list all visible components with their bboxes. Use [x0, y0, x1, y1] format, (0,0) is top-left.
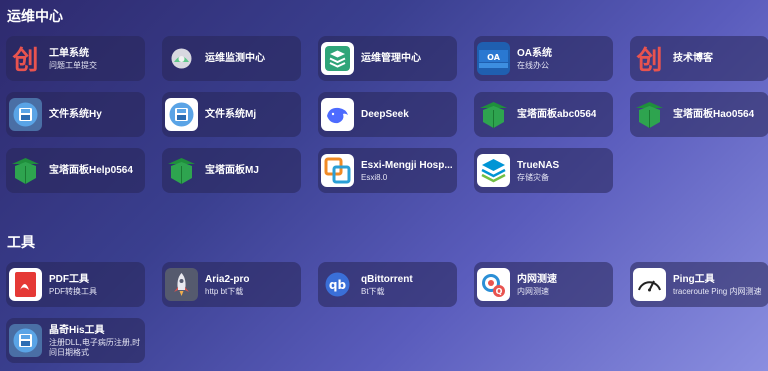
card-file-system-mj[interactable]: 文件系统Mj: [162, 92, 301, 137]
card-deepseek[interactable]: DeepSeek: [318, 92, 457, 137]
pagoda-icon: [633, 98, 666, 131]
card-name: 文件系统Mj: [205, 109, 257, 120]
tools-card-grid: PDF工具 PDF转换工具 Aria2-pro http bt下载 qb qBi…: [6, 262, 768, 363]
card-name: 运维监测中心: [205, 53, 265, 64]
card-name: 晶奇His工具: [49, 324, 105, 336]
card-esxi-mengji[interactable]: Esxi-Mengji Hosp... Esxi8.0: [318, 148, 457, 193]
card-name: 技术博客: [673, 53, 713, 64]
card-name: OA系统: [517, 47, 552, 59]
card-aria2-pro[interactable]: Aria2-pro http bt下载: [162, 262, 301, 307]
vmware-icon: [321, 154, 354, 187]
card-desc: Bt下载: [361, 286, 385, 296]
card-bt-panel-mj[interactable]: 宝塔面板MJ: [162, 148, 301, 193]
card-ping-tool[interactable]: Ping工具 traceroute Ping 内网测速: [630, 262, 768, 307]
card-ops-management[interactable]: 运维管理中心: [318, 36, 457, 81]
card-desc: http bt下载: [205, 286, 244, 296]
gauge-icon: [633, 268, 666, 301]
card-file-system-hy[interactable]: 文件系统Hy: [6, 92, 145, 137]
chuang-logo-icon: 创: [633, 42, 666, 75]
card-truenas[interactable]: TrueNAS 存储灾备: [474, 148, 613, 193]
svg-text:Q: Q: [496, 287, 503, 296]
svg-text:OA: OA: [487, 53, 501, 62]
pagoda-icon: [165, 154, 198, 187]
oa-logo-icon: OA: [477, 42, 510, 75]
card-desc: 内网测速: [517, 286, 549, 296]
card-name: 工单系统: [49, 47, 89, 59]
card-name: Ping工具: [673, 273, 715, 285]
ops-card-grid: 创 工单系统 问题工单提交 运维监测中心 运维管理中心 OA OA系统 在线办公: [6, 36, 768, 193]
card-name: 运维管理中心: [361, 53, 421, 64]
card-name: 宝塔面板Hao0564: [673, 109, 755, 120]
card-desc: 存储灾备: [517, 172, 549, 182]
card-bt-panel-hao0564[interactable]: 宝塔面板Hao0564: [630, 92, 768, 137]
stack-layers-icon: [321, 42, 354, 75]
card-qbittorrent[interactable]: qb qBittorrent Bt下载: [318, 262, 457, 307]
whale-icon: [321, 98, 354, 131]
card-oa-system[interactable]: OA OA系统 在线办公: [474, 36, 613, 81]
card-ops-monitor[interactable]: 运维监测中心: [162, 36, 301, 81]
card-desc: traceroute Ping 内网测速: [673, 286, 762, 296]
card-bt-panel-help0564[interactable]: 宝塔面板Help0564: [6, 148, 145, 193]
card-desc: PDF转换工具: [49, 286, 97, 296]
speedtest-icon: Q: [477, 268, 510, 301]
section-title-ops: 运维中心: [7, 8, 63, 24]
card-desc: 注册DLL,电子病历注册,时间日期格式: [49, 337, 141, 357]
card-name: PDF工具: [49, 273, 89, 285]
chuang-logo-icon: 创: [9, 42, 42, 75]
floppy-disk-icon: [165, 98, 198, 131]
section-title-tools: 工具: [7, 234, 35, 250]
floppy-disk-icon: [9, 324, 42, 357]
card-desc: 在线办公: [517, 60, 549, 70]
card-lan-speedtest[interactable]: Q 内网测速 内网测速: [474, 262, 613, 307]
card-name: 宝塔面板abc0564: [517, 109, 597, 120]
card-tech-blog[interactable]: 创 技术博客: [630, 36, 768, 81]
svg-text:qb: qb: [329, 278, 347, 292]
card-name: qBittorrent: [361, 273, 413, 285]
card-name: TrueNAS: [517, 159, 560, 171]
card-name: 宝塔面板Help0564: [49, 165, 133, 176]
truenas-icon: [477, 154, 510, 187]
card-jingqi-his-tool[interactable]: 晶奇His工具 注册DLL,电子病历注册,时间日期格式: [6, 318, 145, 363]
pagoda-icon: [9, 154, 42, 187]
card-name: 文件系统Hy: [49, 109, 102, 120]
card-name: 内网测速: [517, 273, 557, 285]
card-bt-panel-abc0564[interactable]: 宝塔面板abc0564: [474, 92, 613, 137]
card-name: 宝塔面板MJ: [205, 165, 259, 176]
svg-text:创: 创: [11, 46, 38, 75]
monitor-app-icon: [165, 42, 198, 75]
qbittorrent-icon: qb: [321, 268, 354, 301]
card-desc: 问题工单提交: [49, 60, 97, 70]
card-name: Aria2-pro: [205, 273, 250, 285]
floppy-disk-icon: [9, 98, 42, 131]
rocket-icon: [165, 268, 198, 301]
card-desc: Esxi8.0: [361, 172, 388, 182]
card-ticket-system[interactable]: 创 工单系统 问题工单提交: [6, 36, 145, 81]
pdf-icon: [9, 268, 42, 301]
svg-text:创: 创: [635, 46, 662, 75]
card-name: DeepSeek: [361, 109, 409, 120]
card-name: Esxi-Mengji Hosp...: [361, 159, 453, 171]
pagoda-icon: [477, 98, 510, 131]
card-pdf-tool[interactable]: PDF工具 PDF转换工具: [6, 262, 145, 307]
